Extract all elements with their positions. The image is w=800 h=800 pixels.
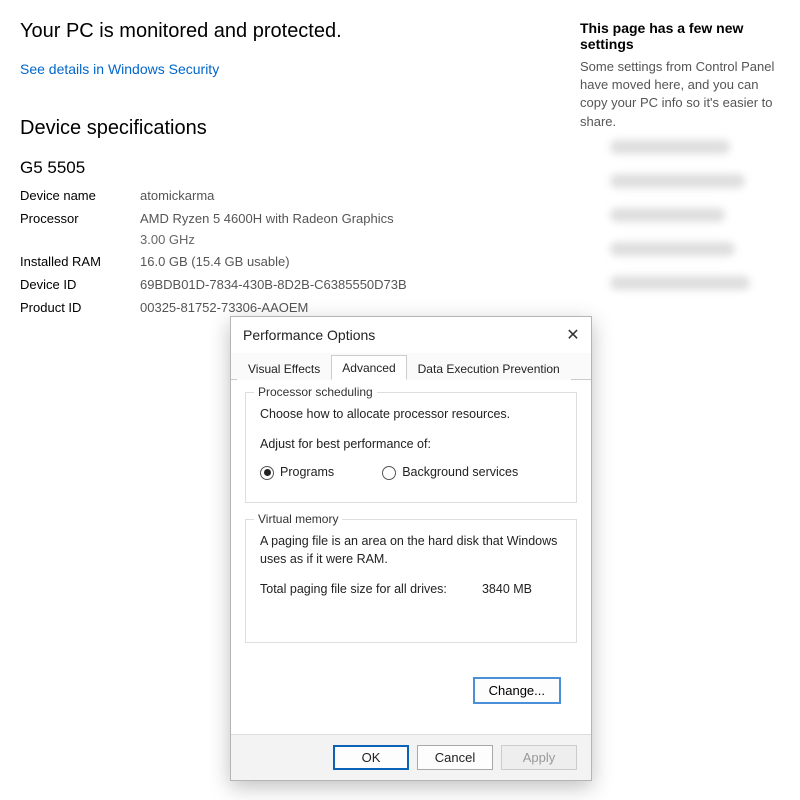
spec-label: Device ID (20, 275, 140, 296)
radio-label: Background services (402, 465, 518, 479)
right-text: Some settings from Control Panel have mo… (580, 58, 780, 131)
dialog-body: Processor scheduling Choose how to alloc… (231, 380, 591, 669)
spec-value: atomickarma (140, 186, 214, 207)
ok-button[interactable]: OK (333, 745, 409, 770)
spec-value-line2: 3.00 GHz (140, 230, 394, 251)
right-info-panel: This page has a few new settings Some se… (580, 20, 780, 131)
processor-scheduling-group: Processor scheduling Choose how to alloc… (245, 392, 577, 503)
spec-value-line1: AMD Ryzen 5 4600H with Radeon Graphics (140, 211, 394, 226)
tab-advanced[interactable]: Advanced (331, 355, 406, 380)
dialog-title: Performance Options (243, 327, 375, 343)
virtual-memory-group: Virtual memory A paging file is an area … (245, 519, 577, 643)
spec-label: Device name (20, 186, 140, 207)
performance-options-dialog: Performance Options ✕ Visual Effects Adv… (230, 316, 592, 781)
spec-label: Processor (20, 209, 140, 251)
right-heading: This page has a few new settings (580, 20, 780, 52)
spec-value: 16.0 GB (15.4 GB usable) (140, 252, 290, 273)
spec-value: 69BDB01D-7834-430B-8D2B-C6385550D73B (140, 275, 407, 296)
change-button[interactable]: Change... (473, 677, 561, 704)
dialog-footer: OK Cancel Apply (231, 734, 591, 780)
cancel-button[interactable]: Cancel (417, 745, 493, 770)
blurred-sidebar-links (610, 140, 770, 310)
radio-label: Programs (280, 465, 334, 479)
tab-dep[interactable]: Data Execution Prevention (407, 356, 571, 380)
vm-total-label: Total paging file size for all drives: (260, 582, 447, 596)
group-subhead: Adjust for best performance of: (260, 437, 562, 451)
apply-button: Apply (501, 745, 577, 770)
close-icon[interactable]: ✕ (561, 325, 585, 345)
spec-value: AMD Ryzen 5 4600H with Radeon Graphics 3… (140, 209, 394, 251)
radio-icon (260, 466, 274, 480)
radio-programs[interactable]: Programs (260, 465, 334, 480)
group-desc: Choose how to allocate processor resourc… (260, 405, 562, 423)
group-desc: A paging file is an area on the hard dis… (260, 532, 562, 568)
spec-label: Installed RAM (20, 252, 140, 273)
group-legend: Virtual memory (254, 512, 342, 526)
radio-icon (382, 466, 396, 480)
dialog-tabs: Visual Effects Advanced Data Execution P… (231, 353, 591, 380)
radio-background-services[interactable]: Background services (382, 465, 518, 480)
group-legend: Processor scheduling (254, 385, 377, 399)
dialog-titlebar: Performance Options ✕ (231, 317, 591, 353)
tab-visual-effects[interactable]: Visual Effects (237, 356, 331, 380)
vm-total-value: 3840 MB (482, 582, 532, 596)
spec-label: Product ID (20, 298, 140, 319)
